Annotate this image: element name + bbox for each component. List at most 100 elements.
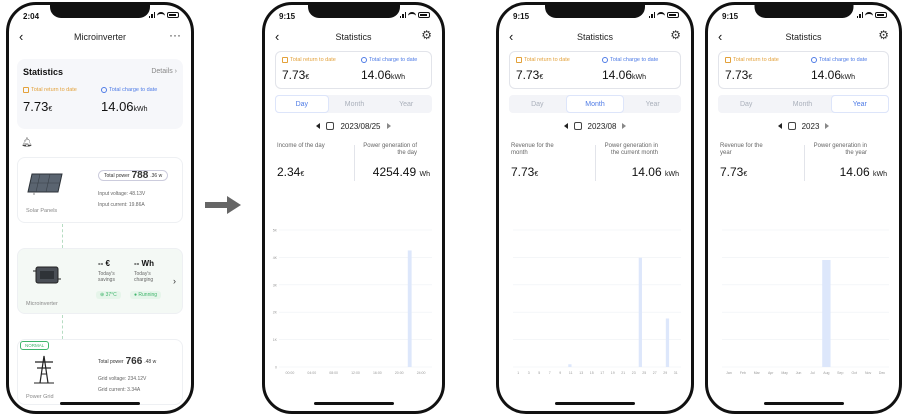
x-tick-label: 15 bbox=[590, 371, 594, 375]
x-tick-label: 19 bbox=[611, 371, 615, 375]
y-tick-label: 5K bbox=[273, 229, 278, 233]
x-tick-label: Jan bbox=[726, 371, 732, 375]
flow-line bbox=[62, 315, 63, 339]
status-time: 9:15 bbox=[513, 12, 530, 21]
page-title: Microinverter bbox=[73, 32, 126, 42]
x-tick-label: Jun bbox=[796, 371, 802, 375]
battery-icon bbox=[875, 11, 887, 18]
phone-statistics-day: 9:15 ‹ Statistics ⚙︎ Total return to dat… bbox=[262, 2, 445, 414]
phone-statistics-month: 9:15 ‹ Statistics ⚙︎ Total return to dat… bbox=[496, 2, 694, 414]
chart-bar bbox=[568, 364, 572, 367]
chart-bar bbox=[638, 257, 642, 367]
solar-panel-card[interactable]: Solar Panels Total power 788.36 w Input v… bbox=[17, 157, 183, 223]
today-savings-value: -- € bbox=[98, 259, 110, 268]
x-tick-label: Oct bbox=[851, 371, 856, 375]
normal-badge: NORMAL bbox=[20, 341, 50, 350]
x-tick-label: 3 bbox=[528, 371, 530, 375]
battery-icon bbox=[667, 11, 679, 18]
x-tick-label: Feb bbox=[740, 371, 746, 375]
today-savings-label: Today's savings bbox=[98, 271, 115, 283]
notch bbox=[754, 5, 853, 18]
chart-bar bbox=[665, 318, 670, 367]
bell-icon[interactable]: 🔔︎ bbox=[21, 137, 32, 148]
bar-chart: 5K 4K 3K 2K 1K 0 00:00 04:00 08:00 12:00 16:00 20:0… bbox=[273, 229, 432, 375]
details-link[interactable]: Details › bbox=[151, 68, 177, 75]
solar-panel-name: Solar Panels bbox=[26, 208, 58, 214]
x-tick-label: 20:00 bbox=[395, 371, 404, 375]
back-icon[interactable]: ‹ bbox=[19, 30, 23, 43]
notch bbox=[307, 5, 400, 18]
status-time: 9:15 bbox=[279, 12, 296, 21]
total-charge-label: Total charge to date bbox=[101, 87, 157, 93]
microinverter-icon bbox=[33, 266, 61, 284]
power-tower-icon bbox=[34, 355, 54, 384]
y-tick-label: 1K bbox=[273, 338, 278, 342]
x-tick-label: 16:00 bbox=[373, 371, 382, 375]
x-tick-label: 00:00 bbox=[286, 371, 295, 375]
home-indicator bbox=[763, 402, 844, 405]
nav-bar: ‹ Microinverter ··· bbox=[9, 25, 191, 49]
power-grid-card[interactable]: NORMAL Power Grid Total power 766.48 w Gr… bbox=[17, 339, 183, 405]
x-tick-label: 23 bbox=[632, 371, 636, 375]
flow-line bbox=[62, 224, 63, 248]
phone-statistics-year: 9:15 ‹ Statistics ⚙︎ Total return to dat… bbox=[705, 2, 902, 414]
power-grid-name: Power Grid bbox=[26, 394, 54, 400]
total-return-value: 7.73€ bbox=[23, 99, 53, 114]
box-icon bbox=[23, 87, 29, 93]
input-current: Input current: 19.86A bbox=[98, 202, 145, 208]
home-indicator bbox=[555, 402, 635, 405]
wifi-icon bbox=[408, 11, 416, 18]
solar-total-power: Total power 788.36 w bbox=[98, 170, 169, 181]
x-tick-label: 13 bbox=[579, 371, 583, 375]
x-tick-label: Dec bbox=[879, 371, 885, 375]
y-tick-label: 4K bbox=[273, 256, 278, 260]
chevron-right-icon[interactable]: › bbox=[173, 275, 176, 287]
battery-icon bbox=[418, 11, 430, 18]
x-tick-label: 21 bbox=[621, 371, 625, 375]
x-tick-label: 11 bbox=[569, 371, 573, 375]
status-icons bbox=[856, 11, 887, 18]
x-tick-label: 27 bbox=[653, 371, 657, 375]
home-indicator bbox=[60, 402, 140, 405]
wifi-icon bbox=[157, 11, 165, 18]
solar-panel-icon bbox=[27, 173, 63, 195]
x-tick-label: 5 bbox=[538, 371, 540, 375]
x-tick-label: 29 bbox=[663, 371, 667, 375]
microinverter-card[interactable]: Microinverter -- € Today's savings -- Wh… bbox=[17, 248, 183, 314]
status-icons bbox=[648, 11, 679, 18]
signal-icon bbox=[648, 11, 655, 18]
today-charging-label: Today's charging bbox=[134, 271, 154, 283]
notch bbox=[50, 5, 150, 18]
grid-total-power: Total power 766.48 w bbox=[98, 356, 157, 367]
grid-voltage: Grid voltage: 234.12V bbox=[98, 376, 147, 382]
signal-icon bbox=[856, 11, 863, 18]
x-tick-label: Aug bbox=[823, 371, 829, 375]
signal-icon bbox=[399, 11, 406, 18]
bar-chart: Jan Feb Mar Apr May Jun Jul Aug Sep Oct Nov Dec bbox=[722, 229, 889, 375]
status-icons bbox=[148, 11, 179, 18]
plug-icon bbox=[101, 87, 107, 93]
statistics-title: Statistics bbox=[23, 67, 64, 77]
x-tick-label: 08:00 bbox=[329, 371, 338, 375]
x-tick-label: 04:00 bbox=[307, 371, 316, 375]
running-badge: ● Running bbox=[130, 291, 162, 299]
y-tick-label: 2K bbox=[273, 311, 278, 315]
signal-icon bbox=[148, 11, 155, 18]
more-horizontal-icon[interactable]: ··· bbox=[169, 29, 181, 41]
x-tick-label: 24:00 bbox=[417, 371, 426, 375]
x-tick-label: 1 bbox=[517, 371, 519, 375]
y-tick-label: 3K bbox=[273, 283, 278, 287]
input-voltage: Input voltage: 48.13V bbox=[98, 191, 146, 197]
status-icons bbox=[399, 11, 430, 18]
battery-icon bbox=[167, 11, 179, 18]
statistics-card[interactable]: Statistics Details › Total return to dat… bbox=[17, 59, 183, 129]
status-time: 9:15 bbox=[722, 12, 739, 21]
stage: 2:04 ‹ Microinverter ··· Statistics Deta… bbox=[0, 0, 907, 419]
x-tick-label: 17 bbox=[600, 371, 604, 375]
x-tick-label: 7 bbox=[549, 371, 551, 375]
status-time: 2:04 bbox=[23, 12, 40, 21]
x-tick-label: Nov bbox=[865, 371, 871, 375]
x-tick-label: Mar bbox=[754, 371, 761, 375]
temperature-badge: ⊕ 37°C bbox=[96, 291, 121, 299]
today-charging-value: -- Wh bbox=[134, 259, 154, 268]
